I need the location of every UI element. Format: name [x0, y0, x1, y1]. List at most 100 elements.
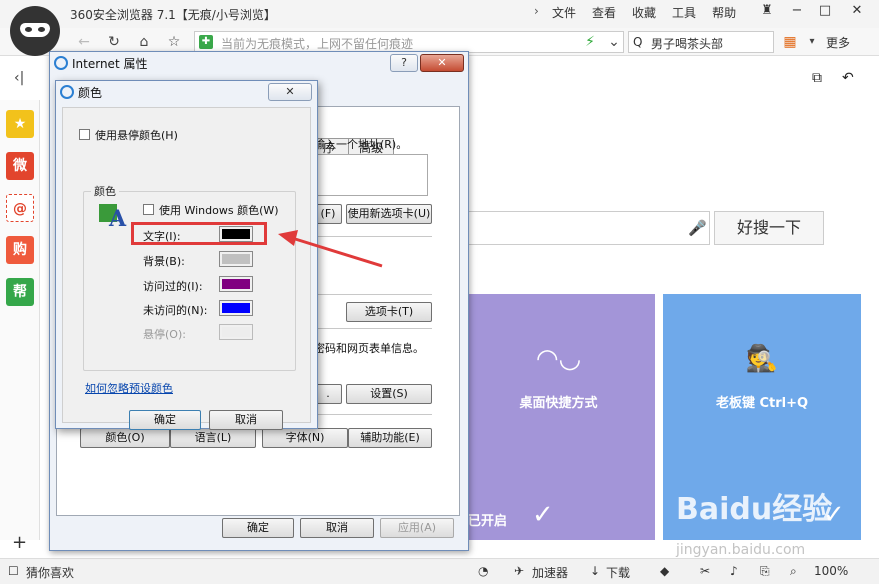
fonts-button[interactable]: 字体(N): [262, 428, 348, 448]
guess-icon: ☐: [8, 564, 19, 578]
guess-you-like[interactable]: 猜你喜欢: [26, 564, 74, 581]
screenshot-icon[interactable]: ✂: [700, 564, 710, 578]
cancel-button[interactable]: 取消: [300, 518, 374, 538]
status-bar: ☐ 猜你喜欢 ◔ ✈ 加速器 ↓ 下载 ◆ ✂ ♪ ⎘ ⌕ 100%: [0, 558, 879, 584]
microphone-icon[interactable]: 🎤: [688, 219, 707, 237]
speaker-icon[interactable]: ♪: [730, 564, 738, 578]
ok-button[interactable]: 确定: [222, 518, 294, 538]
back-icon[interactable]: ←: [74, 32, 94, 52]
help-button[interactable]: ?: [390, 54, 418, 72]
home-page-textarea[interactable]: [314, 154, 428, 196]
ellipsis-button[interactable]: .: [314, 384, 342, 404]
annotation-highlight-box: [131, 222, 267, 245]
colors-titlebar: 颜色 ✕: [56, 81, 317, 103]
add-sidebar-icon[interactable]: +: [12, 532, 27, 553]
speed-icon[interactable]: ◔: [478, 564, 488, 578]
browser-title: 360安全浏览器 7.1【无痕/小号浏览】: [70, 8, 276, 22]
tabs-settings-button[interactable]: 选项卡(T): [346, 302, 432, 322]
colors-group-label: 颜色: [91, 183, 119, 199]
download-label[interactable]: 下载: [606, 564, 630, 581]
ie-icon: [60, 85, 74, 99]
menu-view[interactable]: 查看: [584, 4, 624, 21]
chevron-right-icon[interactable]: ›: [534, 4, 539, 18]
close-dialog-button[interactable]: ✕: [420, 54, 464, 72]
tile-enabled-label: 已开启: [468, 514, 508, 529]
window-icon[interactable]: ⎘: [760, 564, 770, 579]
menu-file[interactable]: 文件: [544, 4, 584, 21]
colors-body: 使用悬停颜色(H) 颜色 A 使用 Windows 颜色(W) 文字(I): 背…: [62, 107, 311, 430]
history-settings-button[interactable]: 设置(S): [346, 384, 432, 404]
undo-icon[interactable]: ↶: [842, 70, 854, 86]
star-icon[interactable]: ☆: [164, 32, 184, 52]
minimize-button[interactable]: −: [784, 0, 810, 22]
ignore-colors-link[interactable]: 如何忽略预设颜色: [85, 380, 173, 396]
home-icon[interactable]: ⌂: [134, 32, 154, 52]
apps-grid-icon[interactable]: ▦: [780, 32, 800, 52]
menu-tools[interactable]: 工具: [664, 4, 704, 21]
accelerator-label[interactable]: 加速器: [532, 564, 568, 581]
search-submit-button[interactable]: 好搜一下: [714, 211, 824, 245]
tile-boss-label: 老板键 Ctrl+Q: [715, 396, 809, 411]
unvisited-color-fill: [222, 303, 250, 313]
visited-color-label: 访问过的(I):: [143, 280, 203, 293]
use-windows-colors-checkbox[interactable]: [143, 204, 154, 215]
background-color-swatch[interactable]: [219, 251, 253, 267]
shield-icon: ✚: [199, 35, 213, 49]
spy-icon: 🕵: [745, 344, 779, 374]
dropdown-chevron-icon[interactable]: ⌄: [604, 32, 624, 52]
unvisited-color-swatch[interactable]: [219, 300, 253, 316]
favorites-icon[interactable]: ★: [6, 110, 34, 138]
restore-tabs-icon[interactable]: ⧉: [812, 70, 822, 86]
url-placeholder: 当前为无痕模式，上网不留任何痕迹: [221, 37, 414, 51]
lightning-icon[interactable]: ⚡: [580, 32, 600, 52]
use-windows-colors-label: 使用 Windows 颜色(W): [159, 204, 279, 217]
use-new-tab-button[interactable]: 使用新选项卡(U): [346, 204, 432, 224]
mail-icon[interactable]: @: [6, 194, 34, 222]
tile-desktop-label: 桌面快捷方式: [519, 396, 598, 411]
apply-button[interactable]: 应用(A): [380, 518, 454, 538]
search-box-area[interactable]: [460, 211, 710, 245]
download-icon: ↓: [590, 564, 601, 578]
url-input[interactable]: ✚ 当前为无痕模式，上网不留任何痕迹: [194, 31, 624, 53]
accessibility-button[interactable]: 辅助功能(E): [348, 428, 432, 448]
hover-color-swatch: [219, 324, 253, 340]
apps-chevron-icon[interactable]: ▾: [802, 32, 822, 52]
visited-color-fill: [222, 279, 250, 289]
sound-icon[interactable]: ◆: [660, 564, 669, 578]
languages-button[interactable]: 语言(L): [170, 428, 256, 448]
unvisited-color-label: 未访问的(N):: [143, 304, 208, 317]
incognito-logo-icon: [10, 6, 60, 56]
close-window-button[interactable]: ✕: [844, 0, 870, 22]
use-current-button[interactable]: (F): [314, 204, 342, 224]
zoom-icon[interactable]: ⌕: [790, 564, 797, 579]
colors-cancel-button[interactable]: 取消: [209, 410, 283, 430]
background-color-fill: [222, 254, 250, 264]
colors-close-button[interactable]: ✕: [268, 83, 312, 101]
colors-title: 颜色: [78, 86, 103, 100]
help-icon[interactable]: 帮: [6, 278, 34, 306]
shopping-icon[interactable]: 购: [6, 236, 34, 264]
colors-ok-button[interactable]: 确定: [129, 410, 201, 430]
zoom-level[interactable]: 100%: [814, 564, 848, 578]
menu-help[interactable]: 帮助: [704, 4, 744, 21]
windows-colors-icon: A: [99, 200, 129, 232]
colors-dialog: 颜色 ✕ 使用悬停颜色(H) 颜色 A 使用 Windows 颜色(W) 文字(…: [55, 80, 318, 430]
colors-button[interactable]: 颜色(O): [80, 428, 170, 448]
visited-color-swatch[interactable]: [219, 276, 253, 292]
baidu-watermark: Baidu经验: [676, 492, 833, 527]
tile-desktop-shortcut[interactable]: ◠◡ 桌面快捷方式 已开启 ✓: [462, 294, 655, 540]
search-input[interactable]: Q 男子喝茶头部: [628, 31, 774, 53]
search-value: 男子喝茶头部: [651, 37, 724, 51]
collapse-sidebar-icon[interactable]: ‹|: [14, 70, 24, 86]
refresh-icon[interactable]: ↻: [104, 32, 124, 52]
use-hover-checkbox[interactable]: [79, 129, 90, 140]
divider: [314, 294, 432, 295]
more-button[interactable]: 更多: [826, 34, 850, 51]
divider: [314, 328, 432, 329]
internet-properties-titlebar: Internet 属性 ? ✕: [50, 52, 468, 74]
menu-favorites[interactable]: 收藏: [624, 4, 664, 21]
maximize-button[interactable]: □: [812, 0, 838, 22]
mask-icon: ◠◡: [535, 344, 582, 374]
skin-icon[interactable]: ♜: [754, 0, 780, 22]
weibo-icon[interactable]: 微: [6, 152, 34, 180]
